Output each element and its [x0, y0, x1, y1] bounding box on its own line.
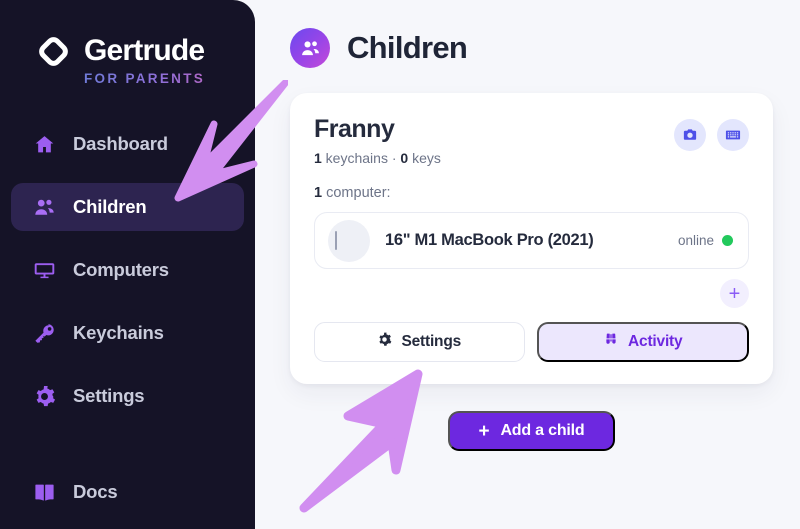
settings-button-label: Settings: [401, 333, 462, 350]
page-title: Children: [347, 30, 468, 65]
meta-separator: ·: [387, 150, 401, 166]
keyboard-icon[interactable]: [717, 119, 749, 151]
keychain-count: 1: [314, 150, 322, 166]
activity-button-label: Activity: [628, 333, 683, 350]
computer-count: 1: [314, 185, 323, 201]
diamond-logo-icon: [34, 32, 72, 70]
add-computer-button[interactable]: +: [720, 279, 749, 308]
key-icon: [32, 321, 56, 345]
brand[interactable]: Gertrude FOR PARENTS: [0, 26, 255, 86]
sidebar-item-children[interactable]: Children: [11, 183, 244, 231]
sidebar-item-docs[interactable]: Docs: [11, 468, 244, 516]
brand-tagline: FOR PARENTS: [84, 71, 255, 86]
activity-button[interactable]: Activity: [536, 322, 749, 362]
sidebar-item-label: Settings: [73, 385, 145, 406]
brand-row: Gertrude: [34, 32, 255, 70]
sidebar: Gertrude FOR PARENTS Dashboard Children: [0, 0, 255, 529]
sidebar-item-label: Docs: [73, 481, 118, 502]
status-dot-icon: [722, 235, 733, 246]
sidebar-item-label: Computers: [73, 259, 169, 280]
sidebar-item-settings[interactable]: Settings: [11, 372, 244, 420]
primary-nav: Dashboard Children Computers Keychains S…: [0, 120, 255, 420]
keychains-word: keychains: [321, 150, 388, 166]
status-badge: online: [678, 233, 733, 248]
gear-icon: [32, 384, 56, 408]
laptop-icon: [328, 219, 370, 262]
add-computer-row: +: [314, 279, 749, 308]
sidebar-item-dashboard[interactable]: Dashboard: [11, 120, 244, 168]
main-content: Children Franny 1 keychains · 0 keys 1 c…: [255, 0, 800, 529]
secondary-nav: Docs Support: [0, 468, 255, 529]
binoculars-icon: [603, 332, 619, 353]
users-icon: [290, 28, 330, 68]
computers-label: 1 computer:: [314, 185, 749, 201]
camera-icon[interactable]: [674, 119, 706, 151]
child-name: Franny: [314, 115, 395, 143]
sidebar-item-keychains[interactable]: Keychains: [11, 309, 244, 357]
sidebar-item-computers[interactable]: Computers: [11, 246, 244, 294]
users-icon: [32, 195, 56, 219]
cta-row: + Add a child: [290, 411, 773, 451]
computers-word: computer:: [322, 185, 391, 201]
child-card-header: Franny 1 keychains · 0 keys: [314, 115, 749, 166]
sidebar-item-label: Children: [73, 196, 147, 217]
book-icon: [32, 480, 56, 504]
settings-button[interactable]: Settings: [314, 322, 525, 362]
computer-name: 16" M1 MacBook Pro (2021): [385, 231, 594, 249]
home-icon: [32, 132, 56, 156]
child-identity: Franny 1 keychains · 0 keys: [314, 115, 674, 166]
gear-icon: [377, 332, 392, 352]
child-card-actions: [674, 115, 749, 151]
child-card: Franny 1 keychains · 0 keys 1 computer:: [290, 93, 773, 384]
add-child-button[interactable]: + Add a child: [447, 411, 616, 451]
add-child-label: Add a child: [500, 422, 585, 439]
child-meta: 1 keychains · 0 keys: [314, 150, 674, 166]
sidebar-item-label: Dashboard: [73, 133, 168, 154]
child-card-buttons: Settings Activity: [314, 322, 749, 362]
sidebar-item-label: Keychains: [73, 322, 164, 343]
plus-icon: +: [478, 420, 490, 442]
brand-name: Gertrude: [84, 34, 205, 67]
app-root: Gertrude FOR PARENTS Dashboard Children: [0, 0, 800, 529]
computer-list-item[interactable]: 16" M1 MacBook Pro (2021) online: [314, 212, 749, 269]
page-header: Children: [290, 28, 773, 68]
keys-word: keys: [408, 150, 441, 166]
monitor-icon: [32, 258, 56, 282]
status-text: online: [677, 233, 714, 248]
